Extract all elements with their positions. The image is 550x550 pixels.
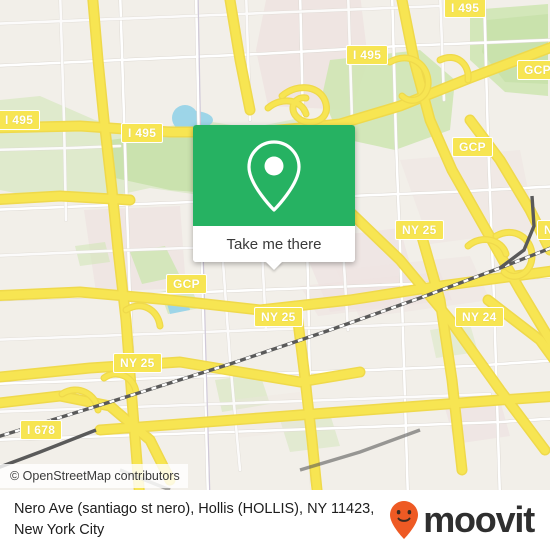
- popup-icon-panel: [193, 125, 355, 226]
- popup-pointer-tail: [265, 261, 283, 270]
- road-shield: I 495: [0, 110, 41, 130]
- road-shield: GCP: [166, 274, 207, 294]
- map-attribution-bar: © OpenStreetMap contributors: [0, 464, 188, 488]
- osm-attribution-text[interactable]: © OpenStreetMap contributors: [10, 469, 180, 483]
- road-shield: I 678: [20, 420, 63, 440]
- road-shield: NY 25: [395, 220, 444, 240]
- road-shield: GCP: [517, 60, 550, 80]
- footer-bar: Nero Ave (santiago st nero), Hollis (HOL…: [0, 490, 550, 550]
- road-shield: NY 24: [455, 307, 504, 327]
- road-shield: I 495: [444, 0, 487, 18]
- moovit-pin-smiley-icon: [390, 501, 419, 539]
- location-popup-card[interactable]: Take me there: [193, 125, 355, 270]
- moovit-wordmark: moovit: [423, 499, 535, 540]
- road-shield: GCP: [452, 137, 493, 157]
- map-canvas[interactable]: .park { fill:#cfe5b4; } .parkdk { fill:#…: [0, 0, 550, 490]
- moovit-map-screenshot: .park { fill:#cfe5b4; } .parkdk { fill:#…: [0, 0, 550, 550]
- road-shield: I 495: [121, 123, 164, 143]
- road-shield: I 495: [346, 45, 389, 65]
- take-me-there-label: Take me there: [226, 235, 322, 253]
- popup-action-bar[interactable]: Take me there: [193, 226, 355, 270]
- road-shield: N: [537, 220, 550, 240]
- address-label: Nero Ave (santiago st nero), Hollis (HOL…: [14, 501, 375, 538]
- road-shield: NY 25: [113, 353, 162, 373]
- road-shield: NY 25: [254, 307, 303, 327]
- moovit-logo[interactable]: moovit: [389, 499, 535, 540]
- map-pin-icon: [247, 139, 301, 212]
